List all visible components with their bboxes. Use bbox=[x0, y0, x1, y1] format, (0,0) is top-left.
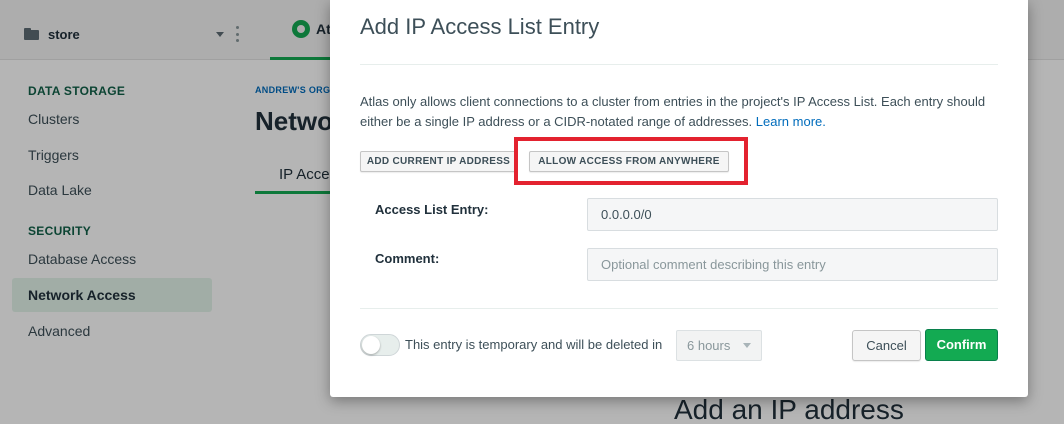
divider bbox=[360, 308, 998, 309]
duration-select[interactable]: 6 hours bbox=[676, 330, 762, 361]
comment-input[interactable] bbox=[587, 248, 998, 281]
access-list-entry-input[interactable] bbox=[587, 198, 998, 231]
temporary-entry-toggle[interactable] bbox=[360, 334, 400, 356]
description-text: Atlas only allows client connections to … bbox=[360, 94, 986, 129]
add-current-ip-button[interactable]: ADD CURRENT IP ADDRESS bbox=[360, 151, 517, 172]
chevron-down-icon bbox=[743, 343, 751, 348]
access-list-entry-label: Access List Entry: bbox=[375, 202, 489, 217]
highlight-annotation bbox=[514, 137, 748, 185]
add-ip-access-modal: Add IP Access List Entry Atlas only allo… bbox=[330, 0, 1028, 397]
temporary-entry-text: This entry is temporary and will be dele… bbox=[405, 337, 663, 352]
learn-more-link[interactable]: Learn more. bbox=[756, 114, 826, 129]
cancel-button[interactable]: Cancel bbox=[852, 330, 921, 361]
modal-description: Atlas only allows client connections to … bbox=[360, 92, 1000, 132]
duration-value: 6 hours bbox=[687, 338, 731, 353]
comment-label: Comment: bbox=[375, 251, 440, 266]
confirm-button[interactable]: Confirm bbox=[925, 329, 998, 361]
toggle-knob bbox=[362, 336, 380, 354]
modal-title: Add IP Access List Entry bbox=[360, 14, 600, 39]
divider bbox=[360, 64, 998, 65]
